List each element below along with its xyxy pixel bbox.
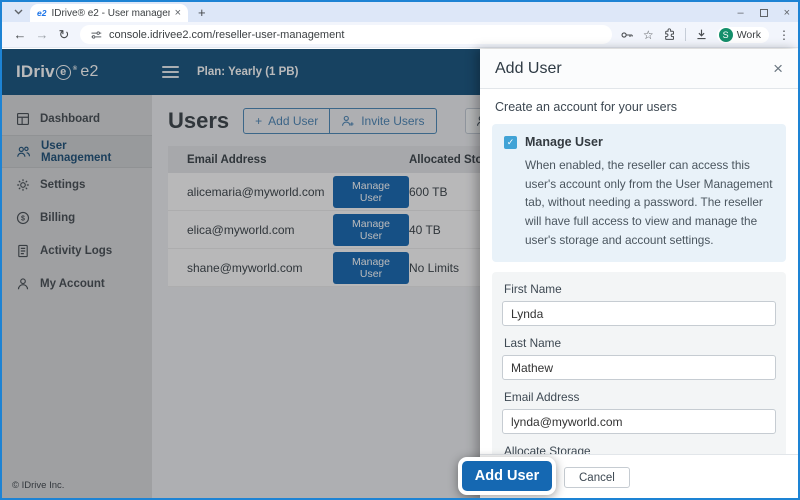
extensions-icon[interactable] [663,28,676,41]
toolbar-divider [685,28,686,41]
panel-header: Add User × [480,49,798,89]
manage-user-description: When enabled, the reseller can access th… [525,156,778,249]
chevron-down-icon [14,9,23,15]
avatar: S [719,28,733,42]
email-field[interactable] [502,409,776,434]
password-key-icon[interactable] [620,29,634,41]
browser-tab[interactable]: e2 IDrive® e2 - User management × [30,4,188,22]
refresh-icon[interactable]: ↻ [54,27,74,43]
toolbar-actions: ☆ S Work ⋮ [620,27,790,43]
app-root: IDrive®e2 Plan: Yearly (1 PB) Dashboard … [2,49,798,498]
tab-title: IDrive® e2 - User management [51,8,169,19]
email-address-label: Email Address [504,390,776,404]
tab-close-icon[interactable]: × [175,7,181,19]
download-icon[interactable] [695,28,708,41]
url-bar[interactable]: console.idrivee2.com/reseller-user-manag… [80,25,612,44]
tab-search-button[interactable] [10,4,26,20]
add-user-submit-button[interactable]: Add User [458,457,556,495]
bookmark-star-icon[interactable]: ☆ [643,28,654,42]
last-name-label: Last Name [504,336,776,350]
panel-title: Add User [495,60,562,78]
site-info-icon[interactable] [90,29,102,41]
panel-footer: Add User Cancel [480,454,798,498]
browser-menu-icon[interactable]: ⋮ [778,28,790,42]
manage-user-checkbox[interactable]: ✓ [504,136,517,149]
window-close-icon[interactable]: × [784,7,790,19]
back-icon[interactable]: ← [10,27,30,42]
first-name-label: First Name [504,282,776,296]
profile-button[interactable]: S Work [717,27,769,43]
forward-icon[interactable]: → [32,27,52,42]
new-tab-button[interactable]: + [198,5,206,20]
favicon-e2-icon: e2 [37,8,46,18]
browser-window: e2 IDrive® e2 - User management × + – × … [0,0,800,500]
manage-user-label: Manage User [525,135,603,149]
tab-strip: e2 IDrive® e2 - User management × + – × [2,2,798,22]
manage-user-infobox: ✓ Manage User When enabled, the reseller… [492,124,786,262]
url-text: console.idrivee2.com/reseller-user-manag… [109,29,344,41]
profile-name: Work [737,29,761,41]
window-controls: – × [737,7,790,22]
minimize-icon[interactable]: – [737,7,743,19]
maximize-icon[interactable] [760,9,768,17]
last-name-field[interactable] [502,355,776,380]
cancel-button[interactable]: Cancel [564,467,630,488]
first-name-field[interactable] [502,301,776,326]
add-user-panel: Add User × Create an account for your us… [480,49,798,498]
panel-close-icon[interactable]: × [773,60,783,77]
panel-subtitle: Create an account for your users [495,100,783,114]
browser-toolbar: ← → ↻ console.idrivee2.com/reseller-user… [2,22,798,48]
